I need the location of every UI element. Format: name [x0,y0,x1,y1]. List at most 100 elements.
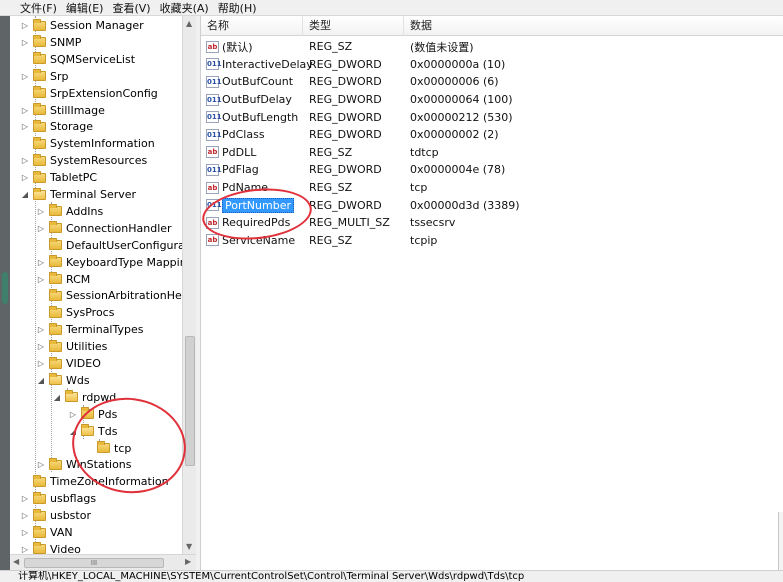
tree-item[interactable]: ◢ rdpwd [52,389,116,406]
value-list[interactable]: 名称 类型 数据 ab (默认) REG_SZ (数值未设置) 011 Interacti… [201,16,783,570]
value-row[interactable]: 011 OutBufDelay REG_DWORD 0x00000064 (100) [201,91,783,109]
value-name[interactable]: PdName [222,181,268,194]
tree-item[interactable]: ◢ Terminal Server [20,186,136,203]
tree-item[interactable]: ▷ usbflags [20,490,96,507]
value-name[interactable]: ServiceName [222,234,295,247]
tree-item[interactable]: ▷ TerminalTypes [36,321,143,338]
tree-item[interactable]: ▷ Storage [20,118,93,135]
tree-item[interactable]: tcp [84,440,131,457]
tree-item[interactable]: ▷ Utilities [36,338,107,355]
value-row[interactable]: ab PdName REG_SZ tcp [201,179,783,197]
value-row[interactable]: 011 PortNumber REG_DWORD 0x00000d3d (3389) [201,196,783,214]
value-row[interactable]: 011 PdClass REG_DWORD 0x00000002 (2) [201,126,783,144]
tree-item[interactable]: SystemInformation [20,135,155,152]
expand-arrow-icon[interactable]: ▷ [36,275,46,284]
tree-item-label: rdpwd [82,390,117,404]
expanded-arrow-icon[interactable]: ◢ [36,376,46,385]
expand-arrow-icon[interactable]: ▷ [36,224,46,233]
value-type: REG_MULTI_SZ [309,216,390,230]
expanded-arrow-icon[interactable]: ◢ [68,427,78,436]
value-name[interactable]: OutBufLength [222,111,298,124]
menu-help[interactable]: 帮助(H) [218,0,257,16]
tree-item[interactable]: ▷ SystemResources [20,152,147,169]
column-name-header[interactable]: 名称 [201,16,303,36]
expand-arrow-icon[interactable]: ▷ [20,38,30,47]
tree-vertical-scrollbar[interactable]: ▲ ▼ [182,16,196,554]
menu-view[interactable]: 查看(V) [112,0,150,16]
value-name[interactable]: RequiredPds [222,216,290,229]
scroll-left-icon[interactable]: ◀ [13,557,19,566]
value-name[interactable]: InteractiveDelay [222,58,313,71]
tree-item[interactable]: SysProcs [36,304,114,321]
value-row[interactable]: ab RequiredPds REG_MULTI_SZ tssecsrv [201,214,783,232]
tree-item[interactable]: ◢ Wds [36,372,90,389]
expand-arrow-icon[interactable]: ▷ [36,359,46,368]
column-type-header[interactable]: 类型 [303,16,404,36]
tree-item[interactable]: ▷ KeyboardType Mappir [36,254,184,271]
expand-arrow-icon[interactable]: ▷ [36,342,46,351]
tree-item[interactable]: TimeZoneInformation [20,473,169,490]
column-data-header[interactable]: 数据 [404,16,783,36]
value-row[interactable]: 011 OutBufCount REG_DWORD 0x00000006 (6) [201,73,783,91]
tree-item[interactable]: SessionArbitrationHelp [36,287,192,304]
value-name[interactable]: PdFlag [222,163,259,176]
expand-arrow-icon[interactable]: ▷ [36,258,46,267]
folder-icon [33,35,46,48]
value-name[interactable]: OutBufDelay [222,93,292,106]
value-row[interactable]: 011 InteractiveDelay REG_DWORD 0x0000000a (… [201,56,783,74]
value-name[interactable]: (默认) [222,39,253,55]
expand-arrow-icon[interactable]: ▷ [36,460,46,469]
expand-arrow-icon[interactable]: ▷ [20,21,30,30]
expanded-arrow-icon[interactable]: ◢ [52,393,62,402]
value-row[interactable]: ab ServiceName REG_SZ tcpip [201,232,783,250]
tree-item[interactable]: SrpExtensionConfig [20,85,158,102]
value-row[interactable]: ab (默认) REG_SZ (数值未设置) [201,38,783,56]
tree-item[interactable]: ▷ AddIns [36,203,103,220]
value-name[interactable]: OutBufCount [222,75,293,88]
scroll-thumb[interactable]: III [24,558,164,568]
tree-item[interactable]: ◢ Tds [68,423,117,440]
scroll-thumb[interactable] [185,336,195,466]
scroll-up-icon[interactable]: ▲ [186,19,192,28]
expand-arrow-icon[interactable]: ▷ [20,106,30,115]
tree-item[interactable]: ▷ WinStations [36,456,132,473]
tree-item[interactable]: ▷ Session Manager [20,17,144,34]
tree-horizontal-scrollbar[interactable]: ◀ III ▶ [10,554,196,570]
tree-item[interactable]: SQMServiceList [20,51,135,68]
menu-favorites[interactable]: 收藏夹(A) [160,0,209,16]
expand-arrow-icon[interactable]: ▷ [36,207,46,216]
value-row[interactable]: ab PdDLL REG_SZ tdtcp [201,144,783,162]
value-name[interactable]: PdDLL [222,146,256,159]
scroll-down-icon[interactable]: ▼ [186,542,192,551]
tree-item[interactable]: ▷ Srp [20,68,69,85]
scroll-right-icon[interactable]: ▶ [185,557,191,566]
registry-tree[interactable]: ▷ Session Manager ▷ SNMP SQMServiceList ▷ Srp S… [10,16,196,570]
tree-item[interactable]: ▷ usbstor [20,507,91,524]
tree-item[interactable]: ▷ RCM [36,271,90,288]
menu-file[interactable]: 文件(F) [20,0,57,16]
expand-arrow-icon[interactable]: ▷ [68,410,78,419]
expand-arrow-icon[interactable]: ▷ [20,72,30,81]
tree-item[interactable]: ▷ SNMP [20,34,81,51]
value-name[interactable]: PdClass [222,128,265,141]
value-name[interactable]: PortNumber [222,197,294,213]
expand-arrow-icon[interactable]: ▷ [20,528,30,537]
expand-arrow-icon[interactable]: ▷ [20,122,30,131]
menu-edit[interactable]: 编辑(E) [66,0,104,16]
tree-item[interactable]: ▷ StillImage [20,102,105,119]
value-row[interactable]: 011 PdFlag REG_DWORD 0x0000004e (78) [201,161,783,179]
expand-arrow-icon[interactable]: ▷ [20,545,30,554]
expanded-arrow-icon[interactable]: ◢ [20,190,30,199]
tree-item[interactable]: DefaultUserConfigurat [36,237,189,254]
tree-item[interactable]: ▷ VIDEO [36,355,101,372]
expand-arrow-icon[interactable]: ▷ [20,511,30,520]
value-row[interactable]: 011 OutBufLength REG_DWORD 0x00000212 (530) [201,108,783,126]
expand-arrow-icon[interactable]: ▷ [20,494,30,503]
tree-item[interactable]: ▷ TabletPC [20,169,97,186]
tree-item[interactable]: ▷ ConnectionHandler [36,220,172,237]
expand-arrow-icon[interactable]: ▷ [20,173,30,182]
expand-arrow-icon[interactable]: ▷ [20,156,30,165]
expand-arrow-icon[interactable]: ▷ [36,325,46,334]
tree-item[interactable]: ▷ VAN [20,524,73,541]
tree-item[interactable]: ▷ Pds [68,406,117,423]
